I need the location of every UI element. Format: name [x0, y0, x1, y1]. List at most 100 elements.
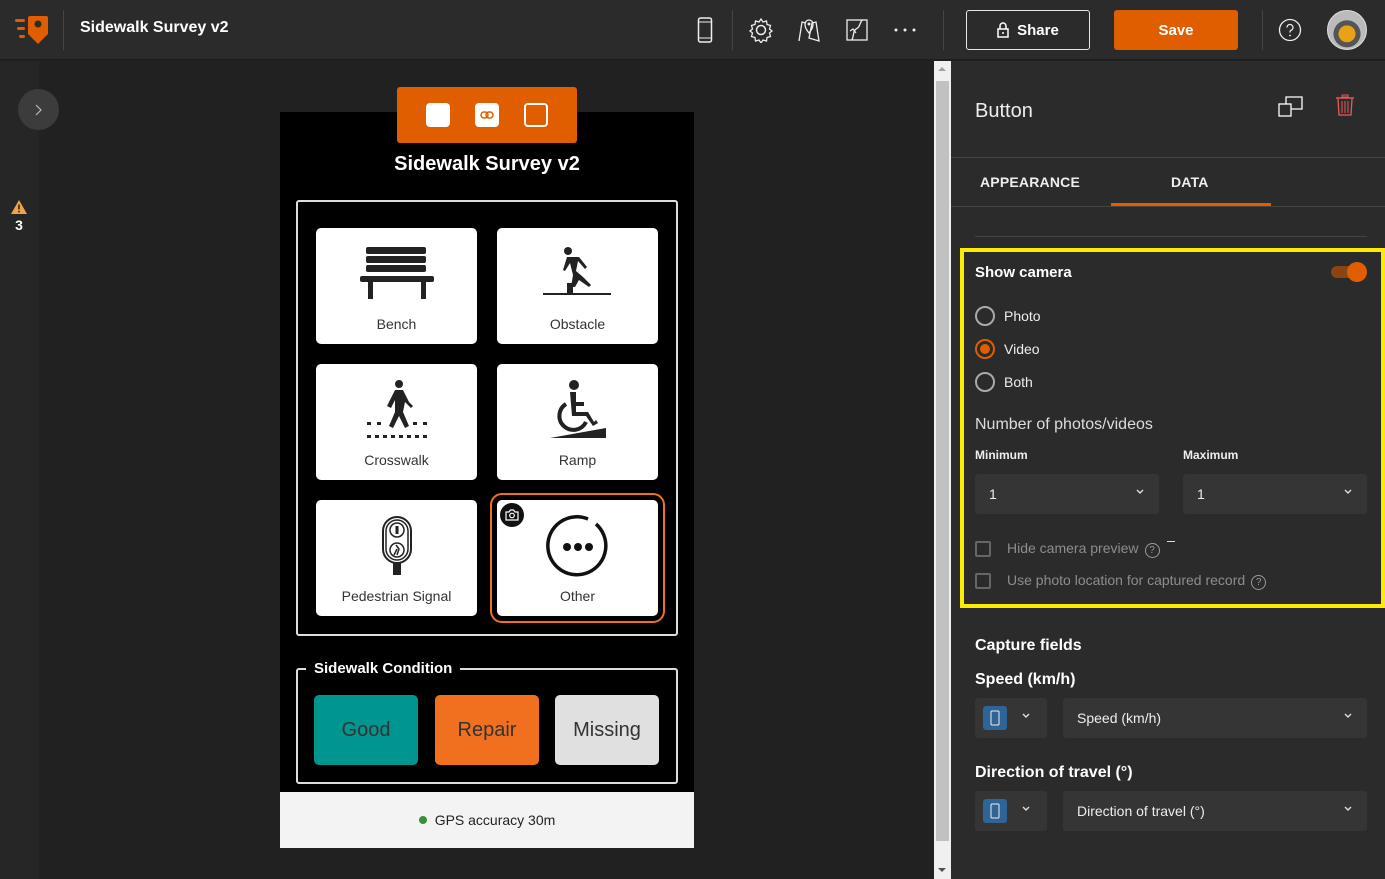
top-bar: Sidewalk Survey v2 Share Save [0, 0, 1385, 60]
radio-circle-selected [975, 339, 995, 359]
share-button[interactable]: Share [966, 10, 1090, 50]
divider [1262, 10, 1263, 50]
radio-circle [975, 372, 995, 392]
divider [951, 206, 1385, 207]
tile-label: Pedestrian Signal [341, 588, 452, 604]
more-options-button[interactable] [889, 14, 921, 46]
divider [732, 10, 733, 50]
chevron-down-icon [1344, 806, 1352, 811]
tile-other[interactable]: Other [490, 493, 665, 623]
tab-data[interactable]: DATA [1171, 174, 1209, 190]
radio-video[interactable]: Video [975, 339, 1040, 359]
checkbox-label: Hide camera preview [1007, 540, 1139, 556]
panel-title: Button [975, 100, 1033, 122]
outline-style-button[interactable] [524, 103, 549, 127]
phone-device-icon [990, 710, 1000, 726]
hide-camera-preview-checkbox[interactable]: Hide camera preview? [975, 540, 1160, 558]
tile-label: Bench [376, 316, 417, 332]
link-icon [480, 111, 494, 119]
checkbox-label: Use photo location for captured record [1007, 572, 1246, 588]
radio-label: Video [1004, 341, 1040, 357]
phone-preview-button[interactable] [689, 14, 721, 46]
survey123-logo-icon [15, 16, 48, 44]
properties-panel: Button APPEARANCE DATA Show camera Photo… [951, 61, 1385, 879]
number-of-photos-heading: Number of photos/videos [975, 416, 1153, 433]
show-camera-toggle[interactable] [1331, 262, 1367, 282]
sidewalk-condition-legend: Sidewalk Condition [306, 660, 461, 677]
maximum-select[interactable]: 1 [1183, 474, 1367, 514]
chevron-down-icon [1022, 713, 1030, 718]
direction-source-select[interactable] [975, 791, 1047, 831]
gps-status-bar: GPS accuracy 30m [280, 792, 694, 848]
chevron-down-icon [1344, 713, 1352, 718]
scroll-up-arrow[interactable] [938, 67, 946, 71]
expand-panel-button[interactable] [18, 89, 59, 130]
help-button[interactable] [1274, 14, 1306, 46]
minimum-label: Minimum [975, 448, 1028, 462]
maximum-value: 1 [1197, 486, 1205, 502]
scroll-thumb[interactable] [936, 81, 949, 841]
save-button[interactable]: Save [1114, 10, 1238, 50]
scroll-down-arrow[interactable] [938, 868, 946, 872]
radio-label: Both [1004, 374, 1033, 390]
left-rail: 3 [0, 61, 39, 879]
gps-status-dot [418, 816, 427, 824]
map-button[interactable] [841, 14, 873, 46]
chevron-down-icon [1022, 806, 1030, 811]
divider [975, 236, 1367, 237]
tile-ramp[interactable]: Ramp [497, 364, 658, 480]
obstacle-trip-icon [542, 247, 611, 295]
direction-field-value: Direction of travel (°) [1077, 803, 1205, 819]
tile-bench[interactable]: Bench [316, 228, 477, 344]
crosswalk-pedestrian-icon [366, 380, 427, 438]
divider [943, 10, 944, 50]
tile-crosswalk[interactable]: Crosswalk [316, 364, 477, 480]
device-source [983, 706, 1007, 730]
condition-repair-button[interactable]: Repair [435, 695, 539, 765]
duplicate-icon[interactable] [1278, 96, 1304, 118]
radio-both[interactable]: Both [975, 372, 1033, 392]
device-source [983, 799, 1007, 823]
wheelchair-ramp-icon [549, 380, 606, 438]
map-pin-icon [798, 19, 820, 42]
help-icon[interactable]: ? [1144, 543, 1160, 558]
speed-field-value: Speed (km/h) [1077, 710, 1162, 726]
settings-gear-icon [748, 17, 774, 43]
speed-source-select[interactable] [975, 698, 1047, 738]
radio-label: Photo [1004, 308, 1041, 324]
more-options-icon [894, 28, 916, 32]
checkbox-box [975, 541, 991, 557]
canvas-scrollbar[interactable] [934, 61, 951, 879]
tile-label: Ramp [558, 452, 597, 468]
fill-style-button[interactable] [425, 103, 450, 127]
camera-badge [500, 503, 524, 527]
use-photo-location-checkbox[interactable]: Use photo location for captured record? [975, 572, 1267, 590]
chevron-down-icon [1136, 489, 1144, 494]
delete-trash-icon[interactable] [1336, 94, 1354, 116]
gps-accuracy-text: GPS accuracy 30m [434, 812, 556, 828]
speed-field-select[interactable]: Speed (km/h) [1063, 698, 1367, 738]
settings-button[interactable] [745, 14, 777, 46]
tile-pedestrian-signal[interactable]: Pedestrian Signal [316, 500, 477, 616]
radio-photo[interactable]: Photo [975, 306, 1041, 326]
divider [63, 10, 64, 50]
warning-icon[interactable] [11, 200, 27, 214]
range-dash [1167, 541, 1175, 542]
tile-label: Crosswalk [364, 452, 429, 468]
direction-field-select[interactable]: Direction of travel (°) [1063, 791, 1367, 831]
tile-obstacle[interactable]: Obstacle [497, 228, 658, 344]
condition-good-button[interactable]: Good [314, 695, 418, 765]
tab-appearance[interactable]: APPEARANCE [980, 174, 1080, 190]
more-circle-icon [545, 515, 608, 577]
help-icon [1278, 18, 1302, 42]
condition-missing-button[interactable]: Missing [555, 695, 659, 765]
share-label: Share [1017, 21, 1059, 39]
user-avatar[interactable] [1327, 10, 1367, 50]
link-button[interactable] [474, 103, 499, 127]
direction-field-label: Direction of travel (°) [975, 764, 1133, 781]
help-icon[interactable]: ? [1251, 575, 1267, 590]
map-pin-button[interactable] [793, 14, 825, 46]
tile-label: Other [559, 588, 595, 604]
chevron-right-icon [35, 104, 42, 115]
minimum-select[interactable]: 1 [975, 474, 1159, 514]
